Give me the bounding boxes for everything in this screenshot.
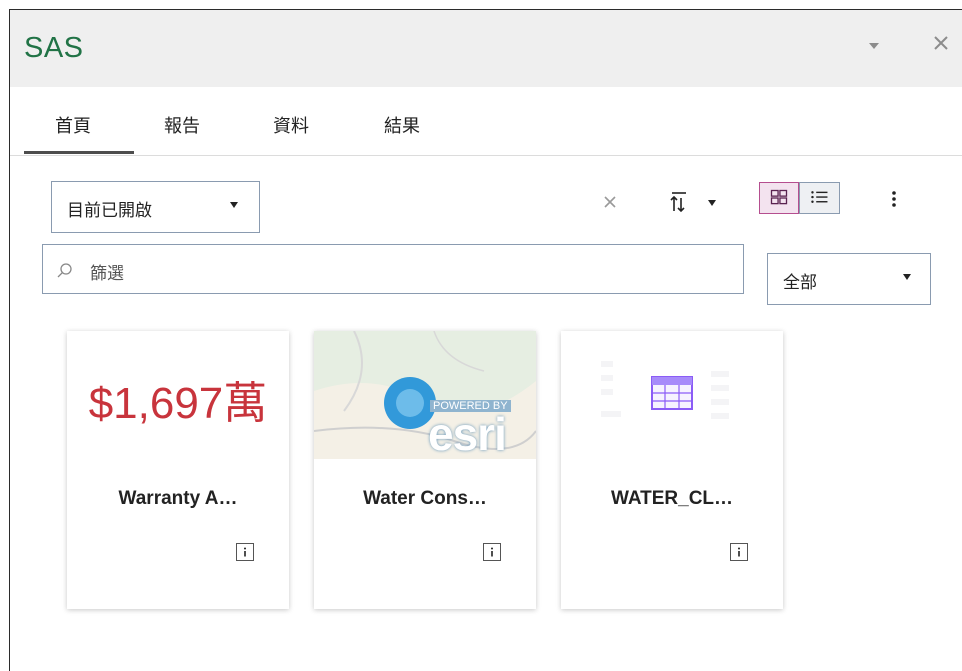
close-icon[interactable] (928, 30, 954, 56)
card-water-consumption[interactable]: POWERED BY esri Water Cons… (314, 331, 536, 609)
kpi-value: $1,697萬 (88, 379, 268, 428)
table-icon (601, 361, 729, 419)
clear-icon[interactable] (598, 190, 622, 214)
tab-bar: 首頁 報告 資料 結果 (10, 87, 962, 156)
type-filter-dropdown[interactable]: 全部 (767, 253, 931, 305)
info-icon[interactable] (236, 543, 254, 561)
open-filter-dropdown[interactable]: 目前已開啟 (51, 181, 260, 233)
info-icon[interactable] (483, 543, 501, 561)
card-warranty[interactable]: $1,697萬 Warranty A… (67, 331, 289, 609)
filter-placeholder: 篩選 (90, 264, 124, 284)
tab-reports[interactable]: 報告 (164, 112, 200, 138)
info-icon[interactable] (730, 543, 748, 561)
type-filter-label: 全部 (783, 273, 817, 293)
card-title: Warranty A… (118, 488, 238, 509)
active-tab-indicator (24, 151, 134, 154)
caret-down-icon (230, 202, 238, 208)
table-thumbnail (561, 331, 783, 459)
search-icon (57, 263, 72, 278)
list-icon (811, 191, 828, 203)
card-title: WATER_CL… (610, 488, 734, 509)
tab-results[interactable]: 結果 (384, 112, 420, 138)
more-options-icon[interactable] (882, 185, 906, 213)
tab-home[interactable]: 首頁 (55, 112, 91, 138)
filter-input[interactable]: 篩選 (42, 244, 744, 294)
card-title: Water Cons… (363, 488, 487, 509)
app-title: SAS (24, 32, 84, 64)
list-view-button[interactable] (799, 182, 840, 214)
esri-logo: esri (428, 408, 507, 459)
title-bar: SAS (10, 10, 962, 87)
sort-icon[interactable] (664, 187, 720, 217)
kpi-thumbnail: $1,697萬 (67, 331, 289, 459)
grid-icon (770, 189, 788, 205)
card-water-cl[interactable]: WATER_CL… (561, 331, 783, 609)
open-filter-label: 目前已開啟 (67, 201, 152, 221)
caret-down-icon (903, 274, 911, 280)
chevron-down-icon[interactable] (862, 34, 886, 58)
tab-data[interactable]: 資料 (273, 112, 309, 138)
grid-view-button[interactable] (759, 182, 799, 214)
map-thumbnail: POWERED BY esri (314, 331, 536, 459)
